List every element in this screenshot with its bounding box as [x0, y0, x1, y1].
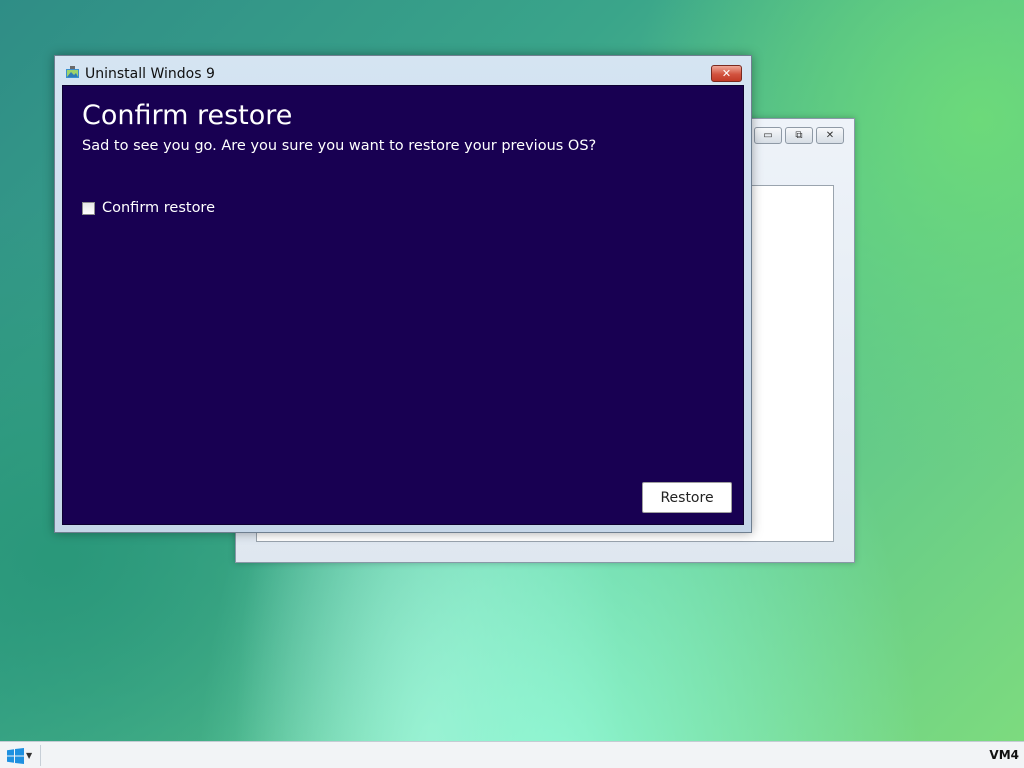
- background-close-button[interactable]: ✕: [816, 127, 844, 144]
- background-window-caption-buttons: ▭ ⧉ ✕: [754, 127, 844, 144]
- confirm-restore-checkbox[interactable]: [82, 201, 95, 215]
- restore-window-icon: ⧉: [795, 129, 803, 141]
- windows-logo-icon: [7, 747, 24, 764]
- vm-label: VM4: [989, 748, 1019, 762]
- uninstall-dialog: Uninstall Windos 9 ✕ Confirm restore Sad…: [54, 55, 752, 533]
- maximize-button[interactable]: ⧉: [785, 127, 813, 144]
- page-title: Confirm restore: [82, 100, 293, 131]
- close-icon: ✕: [825, 129, 835, 141]
- app-icon: [66, 66, 79, 78]
- minimize-icon: ▭: [763, 129, 773, 141]
- taskbar-divider: [40, 745, 41, 766]
- chevron-down-icon: ▼: [26, 751, 33, 760]
- confirm-restore-label[interactable]: Confirm restore: [102, 200, 215, 216]
- window-title: Uninstall Windos 9: [85, 66, 215, 82]
- close-icon: ✕: [721, 67, 732, 80]
- close-button[interactable]: ✕: [711, 65, 742, 82]
- page-subtitle: Sad to see you go. Are you sure you want…: [82, 138, 597, 154]
- taskbar: ▼ VM4: [0, 741, 1024, 768]
- minimize-button[interactable]: ▭: [754, 127, 782, 144]
- start-button[interactable]: ▼: [7, 746, 39, 765]
- dialog-titlebar[interactable]: Uninstall Windos 9 ✕: [55, 56, 751, 86]
- dialog-content: Confirm restore Sad to see you go. Are y…: [62, 85, 744, 525]
- confirm-restore-row[interactable]: Confirm restore: [82, 200, 215, 216]
- restore-button[interactable]: Restore: [642, 482, 732, 513]
